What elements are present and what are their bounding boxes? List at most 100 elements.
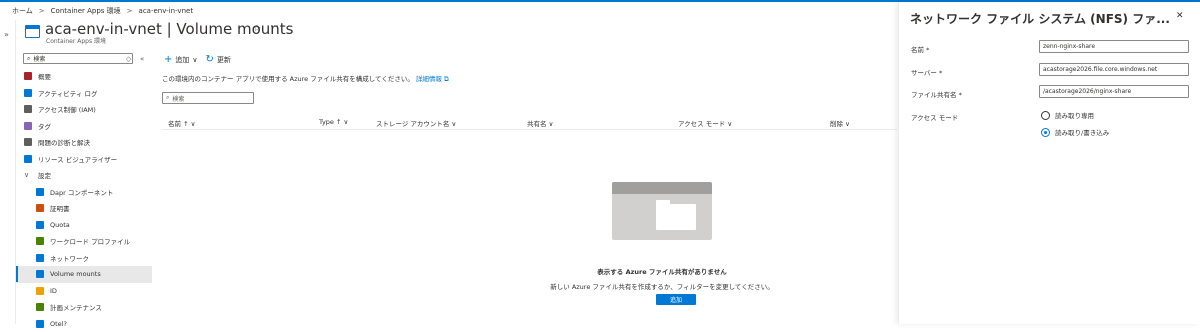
sidebar-item-label: リソース ビジュアライザー [38,154,117,164]
page-subtitle: Container Apps 環境 [46,36,106,45]
radio-read-only-label: 読み取り専用 [1055,110,1094,120]
name-field[interactable]: zenn-nginx-share [1039,40,1189,53]
nav-search-input[interactable]: ⌕ 検索 [23,53,133,64]
close-icon[interactable]: ✕ [1176,11,1184,21]
breadcrumb-home[interactable]: ホーム [12,6,33,16]
sidebar-item-activity-log[interactable]: アクティビティ ログ [16,85,152,102]
sidebar-item-label: アクティビティ ログ [38,88,97,98]
radio-unchecked-icon[interactable] [1041,111,1050,120]
sidebar-item-label: 問題の診断と解決 [38,137,90,147]
expand-rail[interactable]: » [0,20,16,324]
diagnose-icon [24,138,32,146]
sidebar-item-label: Dapr コンポーネント [50,187,113,197]
search-icon: ⌕ [166,94,169,102]
nav-search-placeholder: 検索 [33,54,45,63]
learn-more-label: 詳細情報 [416,75,442,83]
sidebar-item-tag[interactable]: タグ [16,118,152,135]
network-icon [36,254,44,262]
filter-input[interactable]: ⌕ 検索 [162,92,254,104]
sidebar-item-maintenance[interactable]: 計画メンテナンス [16,299,152,316]
breadcrumb-separator: > [127,7,133,15]
identity-icon [36,287,44,295]
quota-icon [36,221,44,229]
plus-icon: + [164,54,172,65]
refresh-button-label: 更新 [217,55,231,65]
radio-checked-icon[interactable] [1041,128,1050,137]
empty-folder-illustration-icon [612,182,712,240]
activity-log-icon [24,89,32,97]
sidebar-item-overview[interactable]: 概要 [16,68,152,85]
sidebar-item-certificate[interactable]: 証明書 [16,200,152,217]
sidebar-item-label: ID [50,287,57,295]
radio-read-only[interactable]: 読み取り専用 [1041,110,1094,120]
column-header-delete[interactable]: 削除 ∨ [830,118,850,128]
iam-icon [24,105,32,113]
container-apps-environment-icon [25,25,40,38]
sidebar-item-label: Volume mounts [50,270,101,278]
column-header-name[interactable]: 名前 ↑ ∨ [168,118,195,128]
volume-icon [36,270,44,278]
sidebar-item-label: Quota [50,221,70,229]
sidebar-item-chevron-down[interactable]: ∨ 設定 [16,167,152,184]
sidebar-item-quota[interactable]: Quota [16,217,152,234]
certificate-icon [36,204,44,212]
server-label: サーバー * [911,67,942,77]
dapr-icon [36,188,44,196]
sidebar-item-label: タグ [38,121,51,131]
refresh-button[interactable]: ↻ 更新 [206,54,231,65]
empty-state-title: 表示する Azure ファイル共有がありません [597,266,726,276]
double-chevron-right-icon[interactable]: » [4,30,9,39]
sidebar-item-label: 設定 [38,170,51,180]
sidebar-item-label: ネットワーク [50,253,89,263]
sidebar-item-label: ワークロード プロファイル [50,236,130,246]
table-header: 名前 ↑ ∨ Type ↑ ∨ ストレージ アカウント名 ∨ 共有名 ∨ アクセ… [162,116,897,130]
column-header-share-name[interactable]: 共有名 ∨ [527,118,553,128]
file-share-name-field[interactable]: /acastorage2026/nginx-share [1039,85,1189,98]
sidebar-item-iam[interactable]: アクセス制御 (IAM) [16,101,152,118]
radio-read-write[interactable]: 読み取り/書き込み [1041,127,1109,137]
visualizer-icon [24,155,32,163]
sidebar-item-label: 証明書 [50,203,70,213]
sidebar-item-dapr[interactable]: Dapr コンポーネント [16,184,152,201]
sidebar-item-label: 概要 [38,71,51,81]
sidebar-item-workload[interactable]: ワークロード プロファイル [16,233,152,250]
breadcrumb-resource[interactable]: aca-env-in-vnet [139,7,194,15]
chevron-down-icon: ∨ [24,171,32,179]
column-header-storage-account[interactable]: ストレージ アカウント名 ∨ [376,118,456,128]
sidebar-item-volume[interactable]: Volume mounts [16,266,152,283]
overview-icon [24,72,32,80]
refresh-icon: ↻ [206,54,214,65]
sidebar-item-identity[interactable]: ID [16,283,152,300]
more-icon[interactable]: ··· [270,22,279,32]
add-button-label: 追加 [175,55,189,65]
filter-placeholder: 検索 [172,94,184,103]
sidebar-nav: 概要アクティビティ ログアクセス制御 (IAM) タグ問題の診断と解決リソース ビ… [16,68,152,332]
learn-more-link[interactable]: 詳細情報 ⧉ [416,75,449,83]
file-share-name-label: ファイル共有名 * [911,89,962,99]
breadcrumb: ホーム > Container Apps 環境 > aca-env-in-vne… [12,6,193,16]
breadcrumb-environments[interactable]: Container Apps 環境 [51,6,121,16]
toolbar: + 追加 ∨ ↻ 更新 [164,54,231,65]
sidebar-item-label: 計画メンテナンス [50,302,102,312]
radio-read-write-label: 読み取り/書き込み [1055,127,1109,137]
collapse-nav-icon[interactable]: « [140,55,144,63]
nfs-side-panel: ネットワーク ファイル システム (NFS) ファ... ✕ 名前 * zenn… [898,2,1200,324]
chevron-down-icon: ∨ [192,56,197,64]
add-button[interactable]: + 追加 ∨ [164,54,198,65]
empty-state-add-button[interactable]: 追加 [656,294,696,305]
search-icon: ⌕ [27,55,30,63]
sidebar-item-visualizer[interactable]: リソース ビジュアライザー [16,151,152,168]
access-mode-label: アクセス モード [911,112,958,122]
sidebar-item-network[interactable]: ネットワーク [16,250,152,267]
sidebar-item-label: アクセス制御 (IAM) [38,104,96,114]
column-header-access-mode[interactable]: アクセス モード ∨ [678,118,732,128]
maintenance-icon [36,303,44,311]
server-field[interactable]: acastorage2026.file.core.windows.net [1039,63,1189,76]
description-text: この環境内のコンテナー アプリで使用する Azure ファイル共有を構成してくだ… [162,75,414,83]
star-icon[interactable]: ☆ [253,24,261,34]
nav-settings-icon[interactable]: ◇ [126,55,131,63]
sidebar-item-diagnose[interactable]: 問題の診断と解決 [16,134,152,151]
external-link-icon: ⧉ [444,75,449,83]
name-label: 名前 * [911,44,929,54]
column-header-type[interactable]: Type ↑ ∨ [319,118,348,126]
